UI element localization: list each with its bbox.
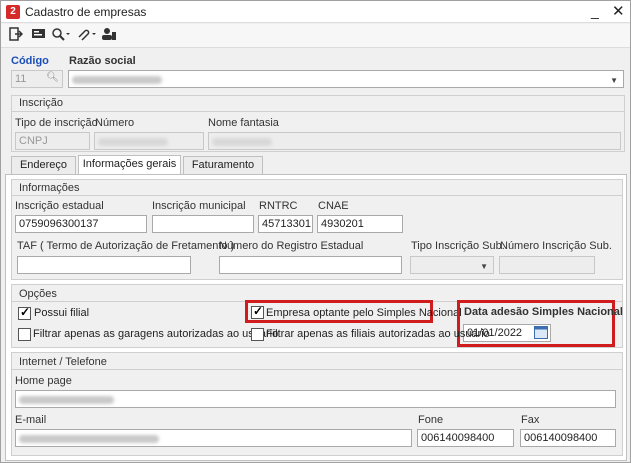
razao-social-select[interactable]: ▼ bbox=[68, 70, 624, 88]
minimize-button[interactable]: _ bbox=[591, 3, 599, 19]
calendar-icon[interactable] bbox=[534, 326, 548, 341]
email-field[interactable] bbox=[15, 429, 412, 447]
simples-nacional-checkbox[interactable] bbox=[251, 304, 264, 319]
cnae-field[interactable]: 4930201 bbox=[317, 215, 403, 233]
codigo-label: Código bbox=[11, 55, 49, 67]
tipo-inscricao-sub-label: Tipo Inscrição Sub. bbox=[411, 240, 505, 252]
close-button[interactable]: ✕ bbox=[612, 2, 625, 20]
fax-field[interactable]: 006140098400 bbox=[520, 429, 616, 447]
inscricao-municipal-field[interactable] bbox=[152, 215, 254, 233]
nome-fantasia-field[interactable] bbox=[208, 132, 621, 150]
email-label: E-mail bbox=[15, 414, 47, 426]
taf-field[interactable] bbox=[17, 256, 191, 274]
informacoes-title: Informações bbox=[19, 182, 80, 194]
homepage-field[interactable] bbox=[15, 390, 616, 408]
rntrc-field[interactable]: 45713301 bbox=[258, 215, 313, 233]
chevron-down-icon: ▼ bbox=[610, 76, 618, 85]
registro-estadual-label: Número do Registro Estadual bbox=[219, 240, 364, 252]
internet-title: Internet / Telefone bbox=[19, 356, 107, 368]
tab-informacoes-gerais[interactable]: Informações gerais bbox=[78, 155, 181, 175]
title-bar: 2 Cadastro de empresas _ ✕ bbox=[1, 1, 630, 23]
fone-field[interactable]: 006140098400 bbox=[417, 429, 514, 447]
app-logo-icon: 2 bbox=[6, 5, 20, 19]
tipo-inscricao-label: Tipo de inscrição bbox=[15, 117, 98, 129]
inscricao-title: Inscrição bbox=[19, 97, 64, 109]
tab-faturamento[interactable]: Faturamento bbox=[183, 156, 263, 175]
card-icon[interactable] bbox=[31, 27, 47, 45]
tipo-inscricao-field[interactable]: CNPJ bbox=[15, 132, 90, 150]
lookup-icon[interactable]: 🔍︎ bbox=[46, 72, 59, 84]
filtrar-garagens-checkbox[interactable] bbox=[18, 328, 31, 341]
inscricao-estadual-field[interactable]: 0759096300137 bbox=[15, 215, 147, 233]
homepage-label: Home page bbox=[15, 375, 72, 387]
fax-label: Fax bbox=[521, 414, 540, 426]
cnae-label: CNAE bbox=[318, 200, 349, 212]
razao-social-label: Razão social bbox=[69, 55, 136, 67]
exit-icon[interactable] bbox=[9, 27, 24, 45]
possui-filial-checkbox[interactable] bbox=[18, 305, 31, 320]
filtrar-filiais-label: Filtrar apenas as filiais autorizadas ao… bbox=[266, 328, 490, 340]
fone-label: Fone bbox=[418, 414, 444, 426]
data-adesao-label: Data adesão Simples Nacional bbox=[464, 306, 623, 318]
filtrar-filiais-checkbox[interactable] bbox=[251, 328, 264, 341]
filtrar-garagens-label: Filtrar apenas as garagens autorizadas a… bbox=[33, 328, 279, 340]
codigo-value: 11 bbox=[15, 73, 27, 85]
chevron-down-icon: ▼ bbox=[480, 262, 488, 271]
simples-nacional-label: Empresa optante pelo Simples Nacional bbox=[266, 307, 462, 319]
possui-filial-label: Possui filial bbox=[34, 307, 90, 319]
numero-inscricao-sub-label: Número Inscrição Sub. bbox=[500, 240, 612, 252]
registro-estadual-field[interactable] bbox=[219, 256, 402, 274]
numero-inscricao-sub-field[interactable] bbox=[499, 256, 595, 274]
numero-label: Número bbox=[95, 117, 135, 129]
codigo-field[interactable]: 11 🔍︎ bbox=[11, 70, 63, 88]
user-icon[interactable] bbox=[101, 27, 117, 45]
tab-endereco[interactable]: Endereço bbox=[11, 156, 76, 175]
inscricao-municipal-label: Inscrição municipal bbox=[152, 200, 246, 212]
taf-label: TAF ( Termo de Autorização de Fretamento… bbox=[17, 240, 235, 252]
search-icon[interactable] bbox=[51, 27, 71, 45]
nome-fantasia-label: Nome fantasia bbox=[208, 117, 279, 129]
attach-icon[interactable] bbox=[77, 27, 97, 45]
tipo-inscricao-sub-select[interactable]: ▼ bbox=[410, 256, 494, 274]
cadastro-empresas-window: 2 Cadastro de empresas _ ✕ Código Razão … bbox=[0, 0, 631, 463]
window-title: Cadastro de empresas bbox=[25, 5, 147, 19]
rntrc-label: RNTRC bbox=[259, 200, 298, 212]
numero-field[interactable] bbox=[94, 132, 204, 150]
toolbar bbox=[1, 24, 630, 48]
inscricao-estadual-label: Inscrição estadual bbox=[15, 200, 104, 212]
opcoes-title: Opções bbox=[19, 288, 57, 300]
